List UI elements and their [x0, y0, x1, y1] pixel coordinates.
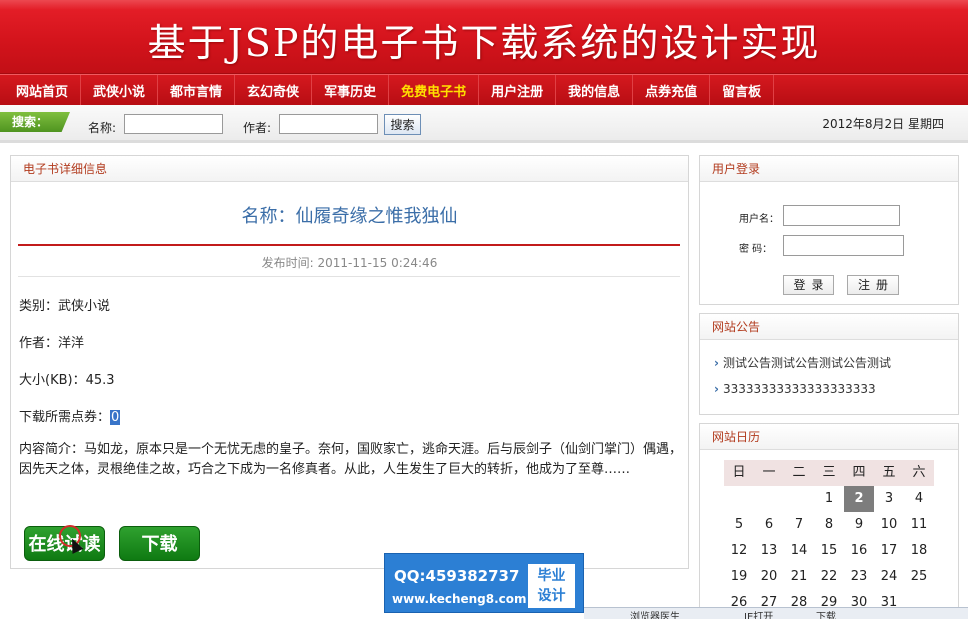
login-title: 用户登录 — [700, 156, 958, 182]
nav-item[interactable]: 我的信息 — [556, 75, 634, 105]
ad-badge-line1: 毕业 — [537, 568, 566, 584]
main-nav: 网站首页 武侠小说 都市言情 玄幻奇侠 军事历史 免费电子书 用户注册 我的信息 点券充值 留言板 — [0, 74, 968, 105]
nav-item[interactable]: 免费电子书 — [389, 75, 480, 105]
points-label: 下载所需点券： — [19, 410, 111, 425]
book-intro: 内容简介：马如龙，原本只是一个无忧无虑的皇子。奈何，国败家亡，逃命天涯。后与辰剑… — [19, 442, 683, 477]
username-label: 用户名： — [739, 214, 779, 225]
calendar-weekday: 一 — [754, 460, 784, 486]
nav-item[interactable]: 网站首页 — [4, 75, 82, 105]
search-button[interactable]: 搜索 — [384, 114, 421, 135]
title-divider — [18, 244, 680, 246]
calendar-day[interactable]: 19 — [724, 564, 754, 590]
nav-item[interactable]: 军事历史 — [312, 75, 390, 105]
nav-list: 网站首页 武侠小说 都市言情 玄幻奇侠 军事历史 免费电子书 用户注册 我的信息 点券充值 留言板 — [0, 75, 968, 105]
notice-list: 测试公告测试公告测试公告测试 33333333333333333333 — [714, 354, 891, 410]
calendar-weekday: 二 — [784, 460, 814, 486]
notice-item[interactable]: 测试公告测试公告测试公告测试 — [714, 354, 891, 382]
notice-title: 网站公告 — [700, 314, 958, 340]
download-button[interactable]: 下载 — [119, 526, 200, 561]
calendar-day[interactable]: 2 — [844, 486, 874, 512]
calendar-weekday: 五 — [874, 460, 904, 486]
calendar-day[interactable]: 5 — [724, 512, 754, 538]
site-banner: 基于JSP的电子书下载系统的设计实现 — [0, 0, 968, 74]
book-size: 大小(KB)：45.3 — [19, 373, 115, 388]
status-item[interactable]: 浏览器医生 — [630, 608, 680, 619]
calendar-day[interactable]: 18 — [904, 538, 934, 564]
notice-item[interactable]: 33333333333333333333 — [714, 382, 891, 410]
publish-time: 发布时间: 2011-11-15 0:24:46 — [261, 256, 438, 270]
login-panel: 用户登录 用户名： 密 码： 登录 注册 — [699, 155, 959, 305]
calendar-day[interactable]: 13 — [754, 538, 784, 564]
calendar-weekday: 日 — [724, 460, 754, 486]
search-name-input[interactable] — [124, 114, 223, 134]
calendar-day[interactable]: 6 — [754, 512, 784, 538]
calendar-day — [784, 486, 814, 512]
password-input[interactable] — [783, 235, 904, 256]
calendar-day[interactable]: 23 — [844, 564, 874, 590]
search-author-input[interactable] — [279, 114, 378, 134]
calendar-day[interactable]: 15 — [814, 538, 844, 564]
calendar-day[interactable]: 11 — [904, 512, 934, 538]
username-input[interactable] — [783, 205, 900, 226]
register-button[interactable]: 注册 — [847, 275, 899, 295]
calendar-day — [724, 486, 754, 512]
status-item[interactable]: IE打开 — [744, 608, 773, 619]
login-button[interactable]: 登录 — [783, 275, 834, 295]
calendar-day[interactable]: 17 — [874, 538, 904, 564]
nav-item[interactable]: 用户注册 — [479, 75, 557, 105]
calendar-day[interactable]: 9 — [844, 512, 874, 538]
current-date: 2012年8月2日 星期四 — [822, 117, 944, 131]
browser-status-bar: 浏览器医生 IE打开 下载 — [584, 607, 968, 619]
calendar-day[interactable]: 7 — [784, 512, 814, 538]
calendar-day[interactable]: 1 — [814, 486, 844, 512]
ad-badge-line2: 设计 — [537, 588, 566, 604]
points-value: 0 — [110, 410, 121, 425]
book-name: 名称：仙履奇缘之惟我独仙 — [241, 206, 458, 227]
book-points: 下载所需点券：0 — [19, 406, 121, 425]
nav-item[interactable]: 点券充值 — [633, 75, 711, 105]
book-detail-title: 电子书详细信息 — [11, 156, 688, 182]
notice-panel: 网站公告 测试公告测试公告测试公告测试 33333333333333333333 — [699, 313, 959, 415]
status-item[interactable]: 下载 — [816, 608, 836, 619]
nav-item[interactable]: 武侠小说 — [81, 75, 159, 105]
calendar-day[interactable]: 14 — [784, 538, 814, 564]
ad-url: www.kecheng8.com — [392, 592, 527, 606]
calendar-weekday: 六 — [904, 460, 934, 486]
calendar-day[interactable]: 20 — [754, 564, 784, 590]
calendar-panel: 网站日历 日一二三四五六 1 2 3 4 5 6 7 8 9 10 11 12 13 14 15 16 17 18 1… — [699, 423, 959, 619]
calendar-day[interactable]: 10 — [874, 512, 904, 538]
calendar-day[interactable]: 21 — [784, 564, 814, 590]
search-tag: 搜索： — [0, 112, 70, 132]
calendar-day[interactable]: 3 — [874, 486, 904, 512]
calendar-day[interactable]: 24 — [874, 564, 904, 590]
nav-item[interactable]: 玄幻奇侠 — [235, 75, 313, 105]
calendar-day[interactable]: 12 — [724, 538, 754, 564]
publish-divider — [18, 276, 680, 277]
search-name-label: 名称: — [88, 121, 117, 135]
book-author: 作者：洋洋 — [19, 336, 85, 351]
calendar-title: 网站日历 — [700, 424, 958, 450]
ad-qq: QQ:459382737 — [394, 567, 520, 585]
calendar-weekday: 三 — [814, 460, 844, 486]
calendar-day — [754, 486, 784, 512]
calendar-weekday: 四 — [844, 460, 874, 486]
ad-watermark: QQ:459382737 www.kecheng8.com 毕业 设计 — [384, 553, 584, 613]
nav-item[interactable]: 都市言情 — [158, 75, 236, 105]
calendar-day[interactable]: 8 — [814, 512, 844, 538]
calendar-grid: 日一二三四五六 1 2 3 4 5 6 7 8 9 10 11 12 13 14 15 16 17 18 19 20 21… — [724, 460, 934, 616]
password-label: 密 码： — [739, 244, 773, 255]
calendar-day[interactable]: 22 — [814, 564, 844, 590]
site-title: 基于JSP的电子书下载系统的设计实现 — [147, 21, 821, 65]
book-detail-panel: 电子书详细信息 名称：仙履奇缘之惟我独仙 发布时间: 2011-11-15 0:… — [10, 155, 689, 569]
ad-badge: 毕业 设计 — [528, 564, 575, 608]
calendar-day[interactable]: 4 — [904, 486, 934, 512]
calendar-day[interactable]: 25 — [904, 564, 934, 590]
calendar-day[interactable]: 16 — [844, 538, 874, 564]
book-category: 类别：武侠小说 — [19, 299, 111, 314]
search-author-label: 作者: — [243, 121, 272, 135]
search-bar: 搜索： 名称: 作者: 搜索 2012年8月2日 星期四 — [0, 105, 968, 143]
nav-item[interactable]: 留言板 — [710, 75, 775, 105]
